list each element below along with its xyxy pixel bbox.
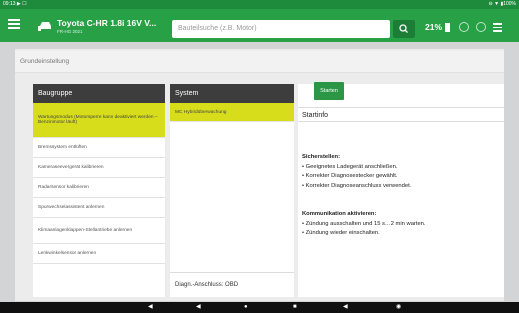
status-bar: 09:13 ▶ ☐ ⊖ ▼ ▮100% — [0, 0, 519, 9]
block-icon[interactable] — [459, 22, 469, 32]
system-item-hybrid[interactable]: MC Hybridüberwachung — [170, 103, 294, 122]
search-button[interactable] — [393, 20, 415, 38]
status-right: ⊖ ▼ ▮100% — [488, 1, 516, 7]
more-icon[interactable] — [493, 23, 502, 32]
baugruppe-item-spurwechsel[interactable]: Spurwechselassistent anlernen — [33, 198, 165, 218]
section-comm-title: Kommunikation aktivieren: — [302, 211, 377, 217]
back-icon[interactable]: ◀ — [196, 304, 201, 311]
settings-icon[interactable] — [476, 22, 486, 32]
baugruppe-item-wartungsmodus[interactable]: Wartungsmodus (Motorsperre kann deaktivi… — [33, 103, 165, 138]
baugruppe-item-radarsensor[interactable]: Radarsensor kalibrieren — [33, 178, 165, 198]
breadcrumb: Grundeinstellung — [15, 51, 504, 73]
home-icon[interactable]: ● — [244, 304, 248, 311]
ensure-line: • Geeignetes Ladegerät anschließen. — [302, 163, 398, 170]
volume-up-icon[interactable]: ◀ — [343, 304, 348, 311]
battery-icon — [445, 23, 450, 32]
system-header: System — [170, 84, 294, 103]
search-icon — [399, 24, 408, 33]
comm-line: • Zündung ausschalten und 15 s…2 min war… — [302, 220, 426, 227]
baugruppe-panel: Baugruppe Wartungsmodus (Motorsperre kan… — [33, 84, 165, 297]
diag-port-label: Diagn.-Anschluss: OBD — [170, 272, 294, 297]
baugruppe-item-klimaanlage[interactable]: Klimaanlagenklappen-Stellantriebe anlern… — [33, 218, 165, 244]
baugruppe-item-bremssystem[interactable]: Bremssystem entlüften — [33, 138, 165, 158]
startinfo-title: Startinfo — [298, 107, 504, 122]
search-input[interactable]: Bauteilsuche (z.B. Motor) — [172, 20, 390, 38]
recents-icon[interactable]: ■ — [293, 304, 297, 311]
comm-line: • Zündung wieder einschalten. — [302, 230, 380, 236]
app-bar: Toyota C-HR 1.8i 16V V... FR-HG 2021 Bau… — [0, 9, 519, 42]
system-nav-bar: ◀ ◀ ● ■ ◀ ◉ — [0, 302, 519, 313]
baugruppe-item-kamera[interactable]: Kameraseevergerät kalibrieren — [33, 158, 165, 178]
volume-down-icon[interactable]: ◀ — [148, 304, 153, 311]
system-panel: System MC Hybridüberwachung Diagn.-Ansch… — [170, 84, 294, 297]
info-panel: Starten Startinfo Sicherstellen: • Geeig… — [298, 82, 504, 297]
baugruppe-header: Baugruppe — [33, 84, 165, 103]
section-ensure: Sicherstellen: • Geeignetes Ladegerät an… — [302, 153, 411, 191]
car-icon[interactable] — [37, 19, 53, 32]
ensure-line: • Korrekter Diagnosestecker gewählt. — [302, 173, 398, 179]
section-ensure-title: Sicherstellen: — [302, 154, 341, 160]
status-left: 09:13 ▶ ☐ — [3, 1, 27, 7]
camera-icon[interactable]: ◉ — [396, 304, 401, 311]
baugruppe-item-lenkwinkel[interactable]: Lenkwinkelsensor anlernen — [33, 244, 165, 264]
vehicle-title[interactable]: Toyota C-HR 1.8i 16V V... — [57, 18, 156, 28]
menu-icon[interactable] — [8, 19, 20, 31]
vehicle-subtitle: FR-HG 2021 — [57, 29, 83, 34]
section-comm: Kommunikation aktivieren: • Zündung auss… — [302, 210, 426, 239]
battery-percent: 21% — [425, 22, 443, 32]
start-button[interactable]: Starten — [314, 82, 344, 100]
tablet-screen: 09:13 ▶ ☐ ⊖ ▼ ▮100% Toyota C-HR 1.8i 16V… — [0, 0, 519, 313]
ensure-line: • Korrekter Diagnoseanschluss verwendet. — [302, 182, 412, 189]
